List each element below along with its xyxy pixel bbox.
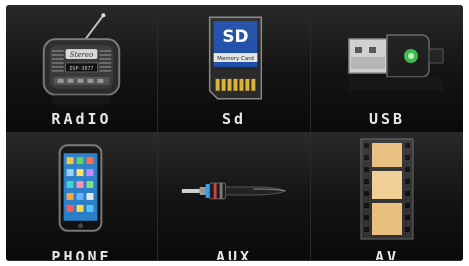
menu-label-aux: AUX — [215, 248, 253, 261]
radio-display-text: DSP-3077 — [70, 66, 94, 72]
usb-icon — [348, 34, 444, 91]
menu-label-av: AV — [374, 248, 400, 261]
menu-label-usb: USB — [368, 110, 406, 128]
menu-tile-radio[interactable]: Stereo DSP-3077 RAdIO — [6, 5, 158, 133]
menu-label-sd: Sd — [221, 110, 247, 128]
phone-icon — [58, 144, 103, 232]
menu-tile-usb[interactable]: USB — [311, 5, 463, 133]
menu-tile-av[interactable]: AV — [311, 133, 463, 261]
film-icon — [360, 138, 414, 240]
aux-cable-icon — [181, 182, 287, 200]
menu-tile-sd[interactable]: SD Memory Card Sd — [158, 5, 311, 133]
menu-tile-aux[interactable]: AUX — [158, 133, 311, 261]
sd-card-icon: SD Memory Card — [208, 16, 263, 100]
sd-caption-text: Memory Card — [217, 56, 254, 62]
menu-label-phone: PHONE — [51, 248, 112, 261]
main-menu-screen: Stereo DSP-3077 RAdIO SD Memory Card Sd — [6, 5, 463, 261]
radio-icon: Stereo DSP-3077 — [42, 13, 121, 105]
radio-badge-text: Stereo — [70, 51, 93, 59]
menu-label-radio: RAdIO — [51, 110, 112, 128]
menu-tile-phone[interactable]: PHONE — [6, 133, 158, 261]
sd-title-text: SD — [222, 26, 248, 46]
